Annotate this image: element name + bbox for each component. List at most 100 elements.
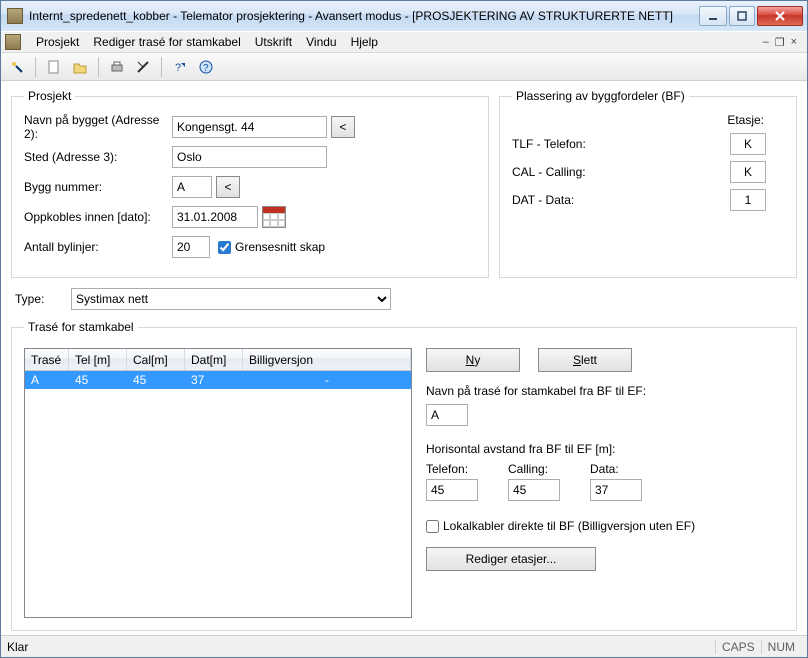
lokalkabler-label: Lokalkabler direkte til BF (Billigversjo… xyxy=(443,519,695,533)
avcol-tel-label: Telefon: xyxy=(426,462,478,476)
minimize-icon xyxy=(708,11,718,21)
status-num: NUM xyxy=(761,640,801,654)
bygg-label: Bygg nummer: xyxy=(24,180,172,194)
plassering-legend: Plassering av byggfordeler (BF) xyxy=(512,89,689,103)
avcol-dat-label: Data: xyxy=(590,462,642,476)
toolbar-sep xyxy=(161,57,162,77)
toolbar-button-draw[interactable] xyxy=(133,57,153,77)
mdi-minimize[interactable]: – xyxy=(763,36,769,48)
plasser-row-label: CAL - Calling: xyxy=(512,165,730,179)
opp-input[interactable] xyxy=(172,206,258,228)
trase-table[interactable]: Trasé Tel [m] Cal[m] Dat[m] Billigversjo… xyxy=(24,348,412,618)
col-billig[interactable]: Billigversjon xyxy=(243,349,411,370)
avstand-label: Horisontal avstand fra BF til EF [m]: xyxy=(426,442,784,456)
printer-icon xyxy=(110,60,124,74)
minimize-button[interactable] xyxy=(699,6,727,26)
titlebar: Internt_spredenett_kobber - Telemator pr… xyxy=(1,1,807,31)
menu-item[interactable]: Hjelp xyxy=(344,33,385,51)
navn-lookup-button[interactable]: < xyxy=(331,116,355,138)
bylinjer-label: Antall bylinjer: xyxy=(24,240,172,254)
open-icon xyxy=(73,60,87,74)
trase-legend: Trasé for stamkabel xyxy=(24,320,138,334)
bylinjer-input[interactable] xyxy=(172,236,210,258)
bygg-input[interactable] xyxy=(172,176,212,198)
avcol-cal-label: Calling: xyxy=(508,462,560,476)
plasser-cal-input[interactable] xyxy=(730,161,766,183)
grense-checkbox[interactable] xyxy=(218,241,231,254)
toolbar-button-print[interactable] xyxy=(107,57,127,77)
cell-tel: 45 xyxy=(69,373,127,387)
mdi-restore[interactable]: ❐ xyxy=(775,36,785,49)
status-bar: Klar CAPS NUM xyxy=(1,635,807,657)
table-header: Trasé Tel [m] Cal[m] Dat[m] Billigversjo… xyxy=(25,349,411,371)
calendar-button[interactable] xyxy=(262,206,286,228)
help2-icon: ? xyxy=(199,60,213,74)
plasser-dat-input[interactable] xyxy=(730,189,766,211)
ny-button[interactable]: NNyy xyxy=(426,348,520,372)
toolbar-button-help2[interactable]: ? xyxy=(196,57,216,77)
menu-item[interactable]: Vindu xyxy=(299,33,343,51)
draw-icon xyxy=(136,60,150,74)
cell-dat: 37 xyxy=(185,373,243,387)
avstand-tel-input[interactable] xyxy=(426,479,478,501)
slett-button[interactable]: SlettSlett xyxy=(538,348,632,372)
menu-item[interactable]: Prosjekt xyxy=(29,33,86,51)
plasser-row-label: TLF - Telefon: xyxy=(512,137,730,151)
status-caps: CAPS xyxy=(715,640,761,654)
toolbar: ? ? xyxy=(1,53,807,81)
mdi-close[interactable]: × xyxy=(791,36,797,48)
plasser-tlf-input[interactable] xyxy=(730,133,766,155)
navn-trase-label: Navn på trasé for stamkabel fra BF til E… xyxy=(426,384,784,398)
sted-label: Sted (Adresse 3): xyxy=(24,150,172,164)
toolbar-button-help1[interactable]: ? xyxy=(170,57,190,77)
window-title: Internt_spredenett_kobber - Telemator pr… xyxy=(29,9,697,23)
toolbar-sep xyxy=(35,57,36,77)
rediger-etasjer-button[interactable]: Rediger etasjer... xyxy=(426,547,596,571)
type-label: Type: xyxy=(11,292,71,306)
bygg-lookup-button[interactable]: < xyxy=(216,176,240,198)
client-area: Prosjekt Navn på bygget (Adresse 2): < S… xyxy=(1,81,807,635)
col-cal[interactable]: Cal[m] xyxy=(127,349,185,370)
plasser-row-label: DAT - Data: xyxy=(512,193,730,207)
menubar-app-icon xyxy=(5,34,21,50)
grense-label: Grensesnitt skap xyxy=(235,240,325,254)
menu-item[interactable]: Rediger trasé for stamkabel xyxy=(86,33,247,51)
menubar: Prosjekt Rediger trasé for stamkabel Uts… xyxy=(1,31,807,53)
navn-trase-input[interactable] xyxy=(426,404,468,426)
opp-label: Oppkobles innen [dato]: xyxy=(24,210,172,224)
cell-trase: A xyxy=(25,373,69,387)
maximize-icon xyxy=(737,11,747,21)
cell-cal: 45 xyxy=(127,373,185,387)
navn-input[interactable] xyxy=(172,116,327,138)
type-select[interactable]: Systimax nett xyxy=(71,288,391,310)
avstand-cal-input[interactable] xyxy=(508,479,560,501)
wand-icon xyxy=(10,60,24,74)
navn-label: Navn på bygget (Adresse 2): xyxy=(24,113,172,141)
help-icon: ? xyxy=(173,60,187,74)
svg-text:?: ? xyxy=(203,63,209,74)
toolbar-button-new[interactable] xyxy=(44,57,64,77)
lokalkabler-checkbox[interactable] xyxy=(426,520,439,533)
toolbar-button-1[interactable] xyxy=(7,57,27,77)
col-trase[interactable]: Trasé xyxy=(25,349,69,370)
etasje-label: Etasje: xyxy=(727,113,764,127)
close-button[interactable] xyxy=(757,6,803,26)
prosjekt-fieldset: Prosjekt Navn på bygget (Adresse 2): < S… xyxy=(11,89,489,278)
app-icon xyxy=(7,8,23,24)
menu-item[interactable]: Utskrift xyxy=(248,33,299,51)
col-dat[interactable]: Dat[m] xyxy=(185,349,243,370)
cell-billig: - xyxy=(243,373,411,387)
col-tel[interactable]: Tel [m] xyxy=(69,349,127,370)
status-left: Klar xyxy=(7,640,28,654)
table-row[interactable]: A 45 45 37 - xyxy=(25,371,411,389)
maximize-button[interactable] xyxy=(729,6,755,26)
prosjekt-legend: Prosjekt xyxy=(24,89,75,103)
svg-text:?: ? xyxy=(175,62,181,74)
plassering-fieldset: Plassering av byggfordeler (BF) Etasje: … xyxy=(499,89,797,278)
sted-input[interactable] xyxy=(172,146,327,168)
close-icon xyxy=(775,11,785,21)
trase-fieldset: Trasé for stamkabel Trasé Tel [m] Cal[m]… xyxy=(11,320,797,631)
avstand-dat-input[interactable] xyxy=(590,479,642,501)
toolbar-sep xyxy=(98,57,99,77)
toolbar-button-open[interactable] xyxy=(70,57,90,77)
